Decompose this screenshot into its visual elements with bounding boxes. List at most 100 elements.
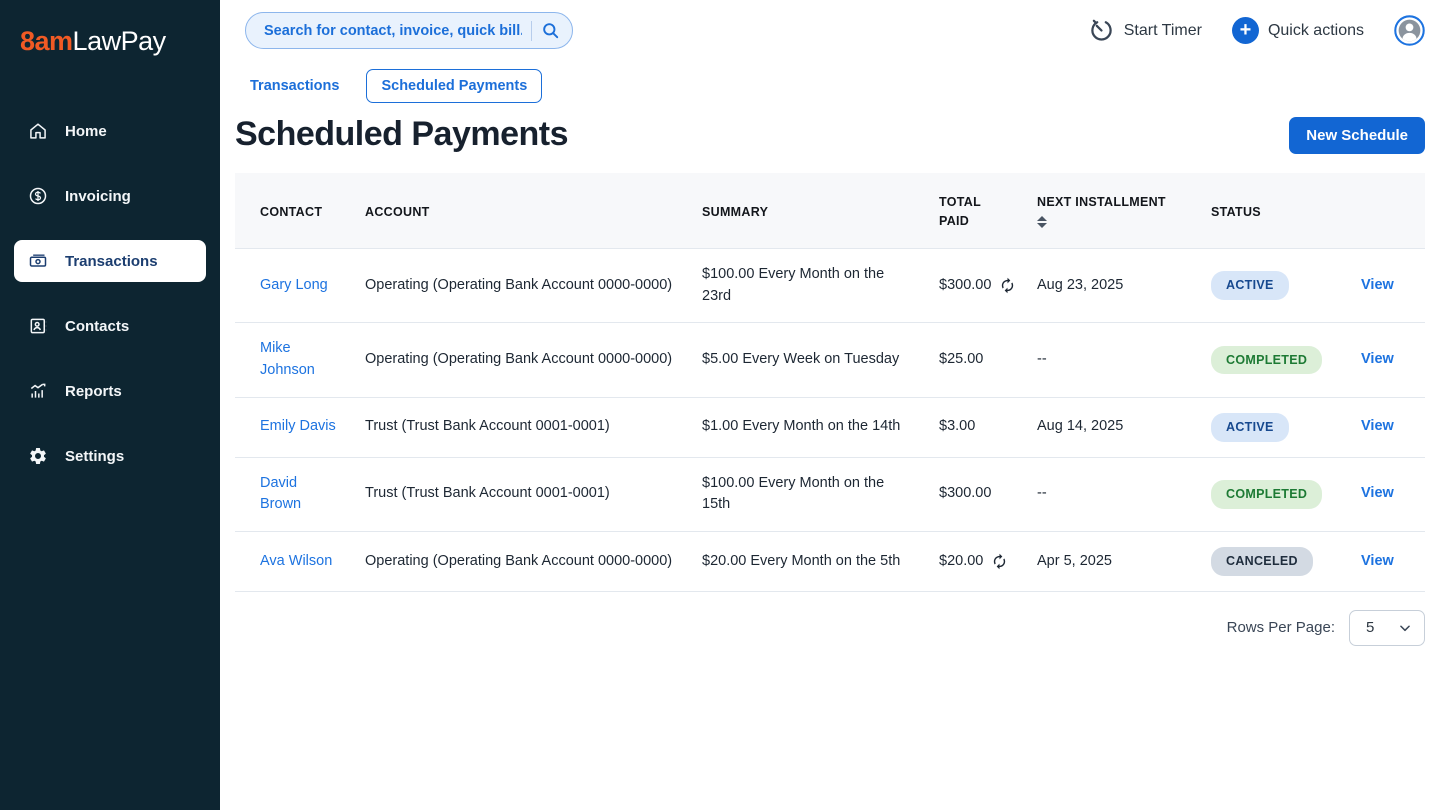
search-input[interactable]: Search for contact, invoice, quick bill.…	[245, 12, 573, 49]
sidebar: 8amLawPay Home Invoicing Transactions Co…	[0, 0, 220, 810]
payments-icon	[28, 251, 48, 271]
account-cell: Operating (Operating Bank Account 0000-0…	[351, 248, 688, 323]
header-contact: Contact	[235, 173, 351, 248]
header-action	[1347, 173, 1425, 248]
header-total-paid: Total Paid	[925, 173, 1023, 248]
start-timer-label: Start Timer	[1124, 22, 1202, 40]
contact-link[interactable]: David Brown	[260, 475, 301, 513]
sort-updown-icon[interactable]	[1037, 216, 1047, 228]
rows-per-page-select[interactable]: 5	[1349, 610, 1425, 646]
summary-cell: $1.00 Every Month on the 14th	[688, 397, 925, 457]
recurring-icon	[999, 277, 1016, 294]
view-link[interactable]: View	[1361, 277, 1394, 293]
chart-icon	[28, 381, 48, 401]
sidebar-item-transactions[interactable]: Transactions	[14, 240, 206, 282]
quick-actions-button[interactable]: + Quick actions	[1232, 17, 1364, 44]
sidebar-item-contacts[interactable]: Contacts	[14, 305, 206, 347]
topbar: Search for contact, invoice, quick bill.…	[235, 0, 1425, 55]
sidebar-item-label: Reports	[65, 383, 122, 400]
next-installment-cell: Apr 5, 2025	[1023, 532, 1197, 592]
page-title: Scheduled Payments	[235, 115, 568, 154]
rows-per-page-label: Rows Per Page:	[1227, 619, 1335, 636]
tab-bar: Transactions Scheduled Payments	[235, 55, 1425, 103]
view-link[interactable]: View	[1361, 418, 1394, 434]
search-icon[interactable]	[541, 21, 560, 40]
status-badge: ACTIVE	[1211, 413, 1289, 442]
contact-card-icon	[28, 316, 48, 336]
summary-cell: $20.00 Every Month on the 5th	[688, 532, 925, 592]
header-account: Account	[351, 173, 688, 248]
summary-cell: $100.00 Every Month on the 23rd	[688, 248, 925, 323]
main-content: Search for contact, invoice, quick bill.…	[220, 0, 1440, 664]
table-row: David Brown Trust (Trust Bank Account 00…	[235, 457, 1425, 532]
rows-per-page-value: 5	[1366, 619, 1374, 636]
account-cell: Operating (Operating Bank Account 0000-0…	[351, 532, 688, 592]
next-installment-cell: Aug 14, 2025	[1023, 397, 1197, 457]
table-row: Mike Johnson Operating (Operating Bank A…	[235, 323, 1425, 398]
view-link[interactable]: View	[1361, 485, 1394, 501]
sidebar-item-label: Settings	[65, 448, 124, 465]
logo-8am: 8am	[20, 26, 73, 56]
status-badge: ACTIVE	[1211, 271, 1289, 300]
summary-cell: $100.00 Every Month on the 15th	[688, 457, 925, 532]
view-link[interactable]: View	[1361, 351, 1394, 367]
table-header-row: Contact Account Summary Total Paid Next …	[235, 173, 1425, 248]
total-paid-value: $25.00	[939, 349, 983, 371]
next-installment-cell: --	[1023, 457, 1197, 532]
status-badge: COMPLETED	[1211, 480, 1322, 509]
scheduled-payments-table: Contact Account Summary Total Paid Next …	[235, 173, 1425, 664]
gear-icon	[28, 446, 48, 466]
chevron-down-icon	[1398, 621, 1412, 635]
table-row: Ava Wilson Operating (Operating Bank Acc…	[235, 532, 1425, 592]
logo-lawpay: LawPay	[73, 26, 166, 56]
contact-link[interactable]: Gary Long	[260, 277, 328, 293]
sidebar-item-home[interactable]: Home	[14, 110, 206, 152]
topbar-actions: Start Timer + Quick actions	[1088, 15, 1425, 46]
status-badge: COMPLETED	[1211, 346, 1322, 375]
table-row: Gary Long Operating (Operating Bank Acco…	[235, 248, 1425, 323]
table-row: Emily Davis Trust (Trust Bank Account 00…	[235, 397, 1425, 457]
summary-cell: $5.00 Every Week on Tuesday	[688, 323, 925, 398]
search-placeholder: Search for contact, invoice, quick bill.…	[264, 23, 522, 39]
next-installment-cell: Aug 23, 2025	[1023, 248, 1197, 323]
header-summary: Summary	[688, 173, 925, 248]
user-avatar-icon	[1394, 15, 1425, 46]
user-menu-button[interactable]	[1394, 15, 1425, 46]
account-cell: Trust (Trust Bank Account 0001-0001)	[351, 457, 688, 532]
sidebar-item-label: Invoicing	[65, 188, 131, 205]
status-badge: CANCELED	[1211, 547, 1313, 576]
sidebar-item-reports[interactable]: Reports	[14, 370, 206, 412]
pagination: Rows Per Page: 5	[235, 592, 1425, 664]
total-paid-value: $3.00	[939, 416, 975, 438]
plus-icon: +	[1232, 17, 1259, 44]
contact-link[interactable]: Emily Davis	[260, 418, 336, 434]
contact-link[interactable]: Ava Wilson	[260, 553, 332, 569]
view-link[interactable]: View	[1361, 553, 1394, 569]
app-logo: 8amLawPay	[0, 0, 220, 87]
next-installment-cell: --	[1023, 323, 1197, 398]
sidebar-item-settings[interactable]: Settings	[14, 435, 206, 477]
account-cell: Trust (Trust Bank Account 0001-0001)	[351, 397, 688, 457]
total-paid-value: $300.00	[939, 275, 991, 297]
search-divider	[531, 21, 532, 41]
total-paid-value: $20.00	[939, 551, 983, 573]
timer-icon	[1088, 17, 1115, 44]
quick-actions-label: Quick actions	[1268, 22, 1364, 40]
sidebar-item-invoicing[interactable]: Invoicing	[14, 175, 206, 217]
recurring-icon	[991, 553, 1008, 570]
account-cell: Operating (Operating Bank Account 0000-0…	[351, 323, 688, 398]
header-status: Status	[1197, 173, 1347, 248]
dollar-circle-icon	[28, 186, 48, 206]
sidebar-item-label: Contacts	[65, 318, 129, 335]
header-next-installment[interactable]: Next Installment	[1023, 173, 1197, 248]
total-paid-value: $300.00	[939, 483, 991, 505]
tab-scheduled-payments[interactable]: Scheduled Payments	[366, 69, 542, 103]
sidebar-item-label: Home	[65, 123, 107, 140]
contact-link[interactable]: Mike Johnson	[260, 340, 315, 378]
sidebar-item-label: Transactions	[65, 253, 158, 270]
new-schedule-button[interactable]: New Schedule	[1289, 117, 1425, 154]
page-header: Scheduled Payments New Schedule	[235, 103, 1425, 154]
home-icon	[28, 121, 48, 141]
tab-transactions[interactable]: Transactions	[249, 69, 340, 103]
start-timer-button[interactable]: Start Timer	[1088, 17, 1202, 44]
